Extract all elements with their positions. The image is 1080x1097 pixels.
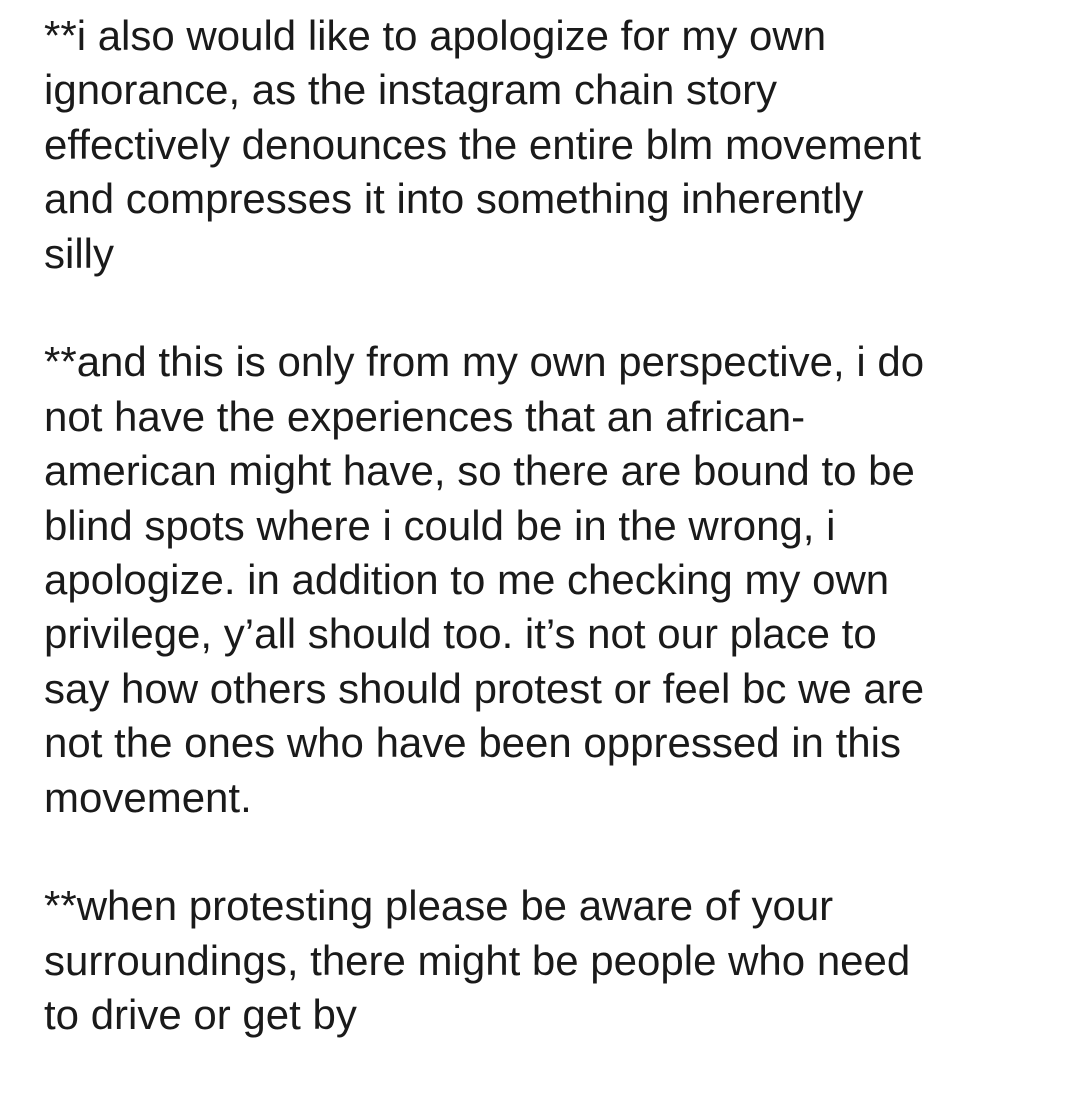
text-line: not have the experiences that an african… [44, 392, 806, 440]
text-line: blind spots where i could be in the wron… [44, 501, 836, 549]
text-line: surroundings, there might be people who … [44, 936, 911, 984]
note-body: **i also would like to apologize for my … [44, 9, 1054, 1097]
text-line: silly [44, 229, 114, 277]
text-line: **and this is only from my own perspecti… [44, 338, 925, 386]
paragraph-perspective: **and this is only from my own perspecti… [44, 335, 1054, 825]
text-line: ignorance, as the instagram chain story [44, 66, 778, 114]
text-line: **when protesting please be aware of you… [44, 882, 834, 930]
paragraph-apology-ignorance: **i also would like to apologize for my … [44, 9, 1054, 281]
paragraph-protesting: **when protesting please be aware of you… [44, 879, 1054, 1042]
text-line: **i also would like to apologize for my … [44, 12, 827, 59]
text-line: say how others should protest or feel bc… [44, 664, 925, 712]
text-line: effectively denounces the entire blm mov… [44, 120, 922, 168]
text-line: not the ones who have been oppressed in … [44, 719, 901, 767]
text-line: american might have, so there are bound … [44, 447, 915, 495]
text-line: and compresses it into something inheren… [44, 175, 864, 223]
text-line: apologize. in addition to me checking my… [44, 556, 890, 604]
text-line: privilege, y’all should too. it’s not ou… [44, 610, 877, 658]
text-line: movement. [44, 773, 252, 821]
text-line: to drive or get by [44, 991, 357, 1039]
